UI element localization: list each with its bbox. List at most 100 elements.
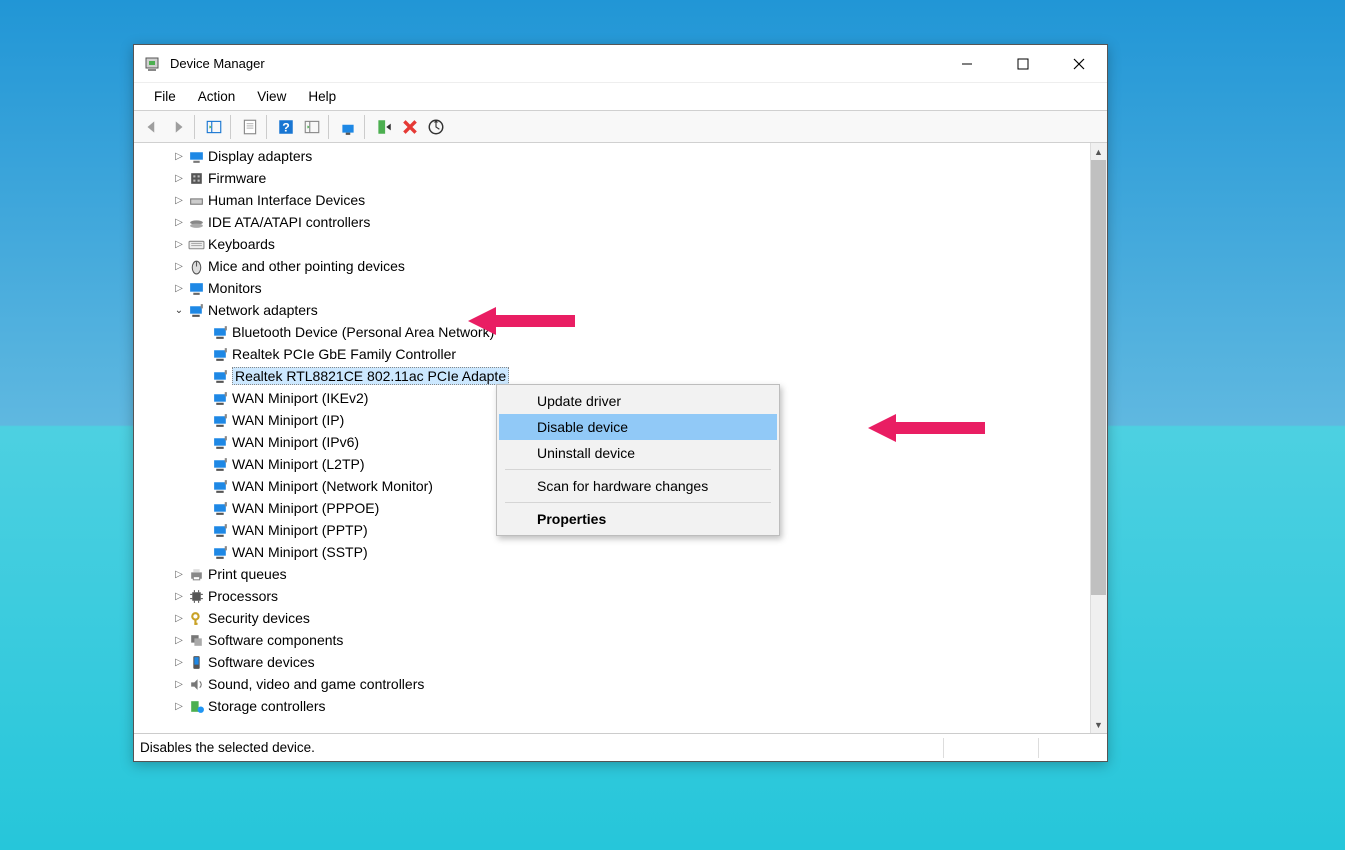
context-disable-device[interactable]: Disable device [499, 414, 777, 440]
tree-label: IDE ATA/ATAPI controllers [208, 214, 370, 230]
expander-icon[interactable]: ⌄ [172, 303, 186, 317]
software-component-icon [188, 632, 205, 649]
expander-icon[interactable]: ▷ [172, 281, 186, 295]
tree-node-software-devices[interactable]: ▷ Software devices [134, 651, 1107, 673]
show-hide-tree-button[interactable] [202, 115, 226, 139]
tree-node-print-queues[interactable]: ▷ Print queues [134, 563, 1107, 585]
tree-node-ide[interactable]: ▷ IDE ATA/ATAPI controllers [134, 211, 1107, 233]
update-driver-button[interactable] [336, 115, 360, 139]
maximize-button[interactable] [995, 45, 1051, 83]
uninstall-device-button[interactable] [398, 115, 422, 139]
tree-label: Software devices [208, 654, 315, 670]
tree-label: Firmware [208, 170, 266, 186]
tree-node-display-adapters[interactable]: ▷ Display adapters [134, 145, 1107, 167]
scrollbar-thumb[interactable] [1091, 160, 1106, 595]
tree-node-network-adapters[interactable]: ⌄ Network adapters [134, 299, 1107, 321]
tree-node-firmware[interactable]: ▷ Firmware [134, 167, 1107, 189]
device-manager-icon [144, 56, 160, 72]
expander-icon[interactable]: ▷ [172, 655, 186, 669]
network-adapter-icon [212, 478, 229, 495]
tree-label: Software components [208, 632, 343, 648]
titlebar[interactable]: Device Manager [134, 45, 1107, 83]
tree-label: Processors [208, 588, 278, 604]
software-device-icon [188, 654, 205, 671]
scrollbar[interactable]: ▲ ▼ [1090, 143, 1107, 733]
context-properties[interactable]: Properties [499, 506, 777, 532]
mouse-icon [188, 258, 205, 275]
tree-node-hid[interactable]: ▷ Human Interface Devices [134, 189, 1107, 211]
network-adapter-icon [212, 412, 229, 429]
tree-label: WAN Miniport (PPPOE) [232, 500, 379, 516]
tree-node-security-devices[interactable]: ▷ Security devices [134, 607, 1107, 629]
close-button[interactable] [1051, 45, 1107, 83]
forward-button[interactable] [166, 115, 190, 139]
tree-label: Network adapters [208, 302, 318, 318]
menu-help[interactable]: Help [298, 86, 346, 107]
tree-node-software-components[interactable]: ▷ Software components [134, 629, 1107, 651]
scroll-down-icon[interactable]: ▼ [1090, 716, 1107, 733]
expander-icon[interactable]: ▷ [172, 699, 186, 713]
expander-icon[interactable]: ▷ [172, 259, 186, 273]
network-adapter-icon [212, 500, 229, 517]
network-adapter-icon [212, 346, 229, 363]
tree-label: Storage controllers [208, 698, 326, 714]
tree-label: WAN Miniport (Network Monitor) [232, 478, 433, 494]
tree-label: Keyboards [208, 236, 275, 252]
tree-node-processors[interactable]: ▷ Processors [134, 585, 1107, 607]
tree-node-network-child[interactable]: Bluetooth Device (Personal Area Network) [134, 321, 1107, 343]
tree-node-mice[interactable]: ▷ Mice and other pointing devices [134, 255, 1107, 277]
expander-icon[interactable]: ▷ [172, 215, 186, 229]
menu-file[interactable]: File [144, 86, 186, 107]
tree-label: Monitors [208, 280, 262, 296]
menubar: File Action View Help [134, 83, 1107, 111]
expander-icon[interactable]: ▷ [172, 567, 186, 581]
minimize-button[interactable] [939, 45, 995, 83]
expander-icon[interactable]: ▷ [172, 633, 186, 647]
firmware-icon [188, 170, 205, 187]
sound-icon [188, 676, 205, 693]
expander-icon[interactable]: ▷ [172, 237, 186, 251]
printer-icon [188, 566, 205, 583]
expander-icon[interactable]: ▷ [172, 171, 186, 185]
tree-node-storage[interactable]: ▷ Storage controllers [134, 695, 1107, 717]
menu-view[interactable]: View [247, 86, 296, 107]
enable-device-button[interactable] [372, 115, 396, 139]
menu-action[interactable]: Action [188, 86, 246, 107]
context-scan-hardware[interactable]: Scan for hardware changes [499, 473, 777, 499]
expander-icon[interactable]: ▷ [172, 193, 186, 207]
tree-node-keyboards[interactable]: ▷ Keyboards [134, 233, 1107, 255]
scan-hardware-button[interactable] [300, 115, 324, 139]
help-button[interactable]: ? [274, 115, 298, 139]
tree-label: WAN Miniport (SSTP) [232, 544, 368, 560]
display-adapter-icon [188, 148, 205, 165]
context-separator [505, 502, 771, 503]
tree-node-network-child[interactable]: Realtek PCIe GbE Family Controller [134, 343, 1107, 365]
tree-label: WAN Miniport (PPTP) [232, 522, 368, 538]
context-update-driver[interactable]: Update driver [499, 388, 777, 414]
tree-label: WAN Miniport (IP) [232, 412, 344, 428]
expander-icon[interactable]: ▷ [172, 677, 186, 691]
tree-label: Bluetooth Device (Personal Area Network) [232, 324, 494, 340]
hid-icon [188, 192, 205, 209]
scroll-up-icon[interactable]: ▲ [1090, 143, 1107, 160]
properties-button[interactable] [238, 115, 262, 139]
monitor-icon [188, 280, 205, 297]
back-button[interactable] [140, 115, 164, 139]
context-separator [505, 469, 771, 470]
context-uninstall-device[interactable]: Uninstall device [499, 440, 777, 466]
disable-device-button[interactable] [424, 115, 448, 139]
tree-node-network-child[interactable]: WAN Miniport (SSTP) [134, 541, 1107, 563]
tree-label: Human Interface Devices [208, 192, 365, 208]
tree-label: Sound, video and game controllers [208, 676, 424, 692]
storage-icon [188, 698, 205, 715]
processor-icon [188, 588, 205, 605]
ide-icon [188, 214, 205, 231]
tree-node-monitors[interactable]: ▷ Monitors [134, 277, 1107, 299]
expander-icon[interactable]: ▷ [172, 589, 186, 603]
tree-label: Print queues [208, 566, 287, 582]
expander-icon[interactable]: ▷ [172, 611, 186, 625]
network-adapter-icon [212, 456, 229, 473]
network-adapter-icon [212, 544, 229, 561]
expander-icon[interactable]: ▷ [172, 149, 186, 163]
tree-node-sound[interactable]: ▷ Sound, video and game controllers [134, 673, 1107, 695]
